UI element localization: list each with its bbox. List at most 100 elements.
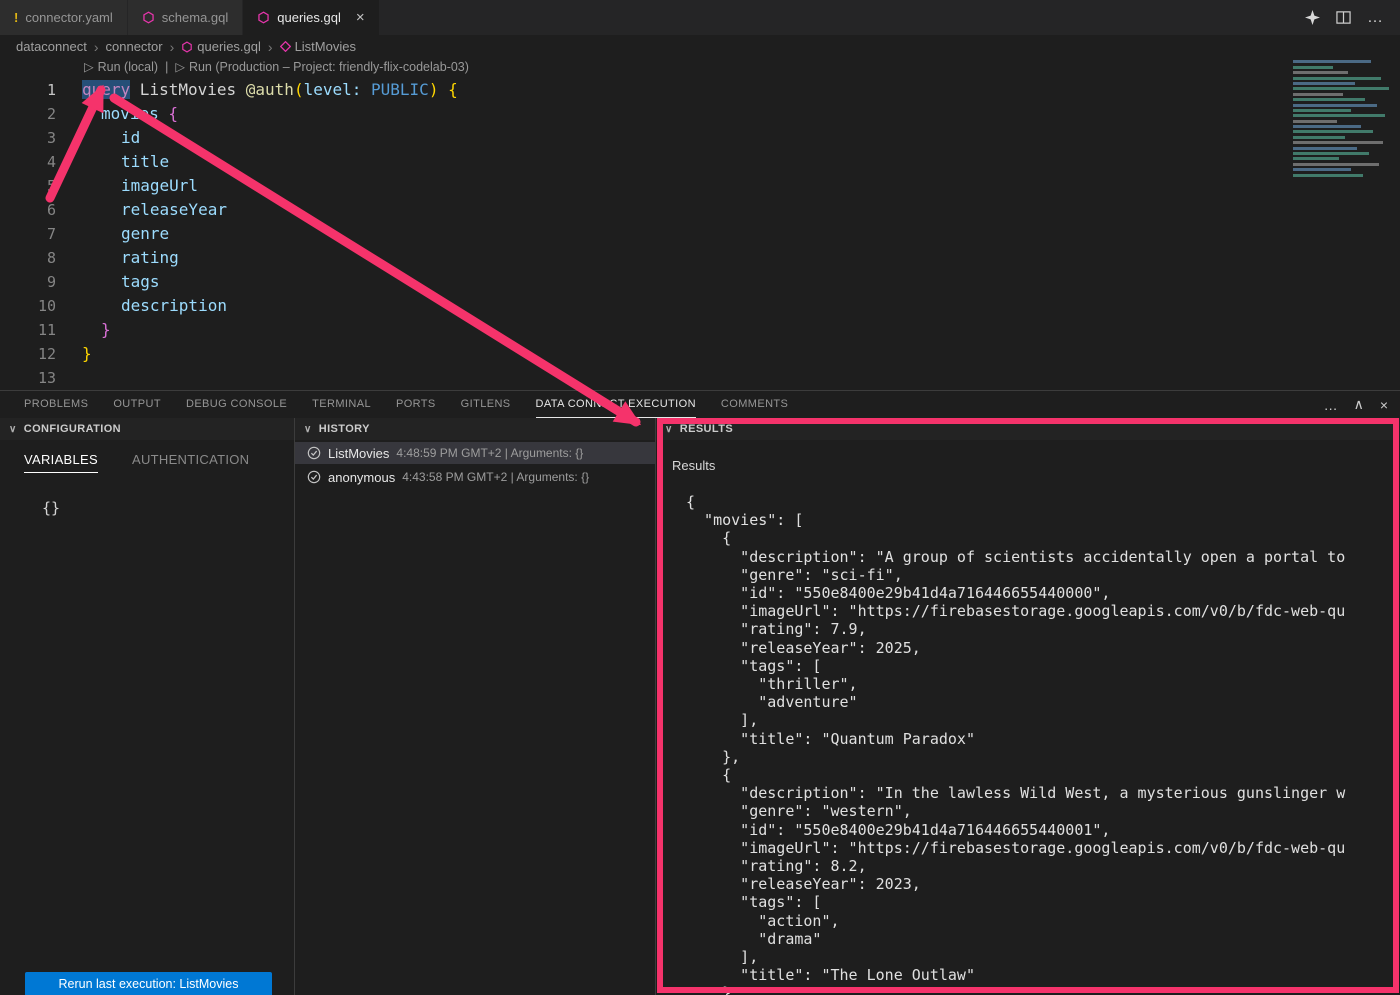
code-token: id: [82, 126, 140, 150]
code-token: {: [159, 104, 178, 123]
breadcrumb-item-listmovies[interactable]: ListMovies: [280, 39, 356, 54]
line-number: 9: [0, 270, 56, 294]
breadcrumb: dataconnect › connector › queries.gql › …: [0, 35, 1400, 58]
code-token: description: [82, 294, 227, 318]
codelens: ▷ Run (local) | ▷ Run (Production – Proj…: [84, 59, 469, 74]
code-token: @auth: [246, 80, 294, 99]
maximize-panel-icon[interactable]: ∧: [1354, 396, 1364, 413]
chevron-down-icon[interactable]: ∨: [9, 424, 17, 435]
chevron-down-icon[interactable]: ∨: [665, 424, 673, 435]
code-token: (: [294, 80, 304, 99]
panel-tab-output[interactable]: OUTPUT: [113, 391, 161, 418]
code-text: genre: [82, 222, 169, 246]
variables-editor[interactable]: {}: [42, 499, 294, 517]
code-text: description: [82, 294, 227, 318]
graphql-icon: [142, 11, 155, 24]
panel-tab-debug-console[interactable]: DEBUG CONSOLE: [186, 391, 287, 418]
editor-tab-bar: ! connector.yaml schema.gql queries.gql …: [0, 0, 1400, 35]
code-token: tags: [82, 270, 160, 294]
code-text: }: [82, 318, 111, 342]
results-json-output[interactable]: { "movies": [ { "description": "A group …: [686, 493, 1400, 995]
chevron-down-icon[interactable]: ∨: [304, 424, 312, 435]
breadcrumb-label: ListMovies: [295, 39, 356, 54]
line-number: 10: [0, 294, 56, 318]
configuration-title: CONFIGURATION: [24, 423, 121, 435]
code-token: movies: [82, 102, 159, 126]
chevron-right-icon: ›: [94, 39, 99, 55]
code-text: rating: [82, 246, 179, 270]
code-line: 5 imageUrl: [0, 174, 1280, 198]
code-text: title: [82, 150, 169, 174]
panel-tab-gitlens[interactable]: GITLENS: [461, 391, 511, 418]
configuration-section: ∨ CONFIGURATION VARIABLES AUTHENTICATION…: [0, 418, 295, 995]
minimap[interactable]: [1283, 58, 1400, 243]
code-line: 12 }: [0, 342, 1280, 366]
panel-tab-terminal[interactable]: TERMINAL: [312, 391, 371, 418]
panel-tab-bar: PROBLEMS OUTPUT DEBUG CONSOLE TERMINAL P…: [0, 391, 1400, 418]
panel-tab-data-connect-execution[interactable]: DATA CONNECT EXECUTION: [536, 391, 696, 418]
breadcrumb-item-connector[interactable]: connector: [106, 39, 163, 54]
chevron-right-icon: ›: [268, 39, 273, 55]
close-tab-icon[interactable]: ×: [356, 9, 365, 26]
code-line: 8 rating: [0, 246, 1280, 270]
breadcrumb-item-queries-gql[interactable]: queries.gql: [181, 39, 261, 54]
code-text: query ListMovies @auth(level: PUBLIC) {: [82, 78, 458, 102]
tab-label: schema.gql: [162, 10, 228, 25]
code-token: }: [82, 318, 111, 342]
close-panel-icon[interactable]: ×: [1380, 397, 1388, 413]
tab-schema-gql[interactable]: schema.gql: [128, 0, 243, 35]
tab-authentication[interactable]: AUTHENTICATION: [132, 452, 249, 473]
code-token: rating: [82, 246, 179, 270]
code-line: 3 id: [0, 126, 1280, 150]
operation-icon: [280, 41, 291, 52]
more-actions-icon[interactable]: …: [1324, 397, 1338, 413]
tab-queries-gql[interactable]: queries.gql ×: [243, 0, 379, 35]
breadcrumb-item-dataconnect[interactable]: dataconnect: [16, 39, 87, 54]
tab-label: queries.gql: [277, 10, 341, 25]
code-editor[interactable]: 1 query ListMovies @auth(level: PUBLIC) …: [0, 78, 1280, 390]
run-local-label: Run (local): [98, 60, 158, 74]
panel-actions: … ∧ ×: [1324, 391, 1388, 418]
panel-tab-ports[interactable]: PORTS: [396, 391, 436, 418]
code-line: 13: [0, 366, 1280, 390]
chevron-right-icon: ›: [170, 39, 175, 55]
results-section: ∨ RESULTS Results { "movies": [ { "descr…: [656, 418, 1400, 995]
code-token: ListMovies: [130, 80, 246, 99]
history-item-meta: 4:48:59 PM GMT+2 | Arguments: {}: [396, 446, 583, 460]
split-editor-icon[interactable]: [1336, 10, 1351, 25]
line-number: 13: [0, 366, 56, 390]
results-header-title: RESULTS: [680, 423, 733, 435]
panel-tab-comments[interactable]: COMMENTS: [721, 391, 788, 418]
sparkle-icon[interactable]: [1305, 10, 1320, 25]
code-text: imageUrl: [82, 174, 198, 198]
line-number: 2: [0, 102, 56, 126]
editor-actions: …: [1305, 0, 1400, 35]
configuration-tabs: VARIABLES AUTHENTICATION: [0, 440, 294, 473]
run-production-label: Run (Production – Project: friendly-flix…: [189, 60, 469, 74]
run-local-link[interactable]: ▷ Run (local): [84, 59, 158, 74]
history-item-listmovies[interactable]: ListMovies 4:48:59 PM GMT+2 | Arguments:…: [295, 442, 655, 464]
tab-connector-yaml[interactable]: ! connector.yaml: [0, 0, 128, 35]
code-line: 2 movies {: [0, 102, 1280, 126]
code-line: 7 genre: [0, 222, 1280, 246]
line-number: 4: [0, 150, 56, 174]
code-text: }: [82, 342, 92, 366]
panel-tab-problems[interactable]: PROBLEMS: [24, 391, 88, 418]
history-item-anonymous[interactable]: anonymous 4:43:58 PM GMT+2 | Arguments: …: [295, 466, 655, 488]
code-line: 10 description: [0, 294, 1280, 318]
history-header: ∨ HISTORY: [295, 418, 655, 440]
history-section: ∨ HISTORY ListMovies 4:48:59 PM GMT+2 | …: [295, 418, 656, 995]
code-token: ): [429, 80, 439, 99]
check-circle-icon: [307, 470, 321, 484]
line-number: 8: [0, 246, 56, 270]
more-actions-icon[interactable]: …: [1367, 9, 1384, 27]
run-production-link[interactable]: ▷ Run (Production – Project: friendly-fl…: [175, 59, 469, 74]
code-line: 1 query ListMovies @auth(level: PUBLIC) …: [0, 78, 1280, 102]
tab-variables[interactable]: VARIABLES: [24, 452, 98, 473]
code-line: 4 title: [0, 150, 1280, 174]
line-number: 7: [0, 222, 56, 246]
code-token: level:: [304, 80, 362, 99]
code-line: 6 releaseYear: [0, 198, 1280, 222]
rerun-last-execution-button[interactable]: Rerun last execution: ListMovies: [25, 972, 272, 995]
code-text: movies {: [82, 102, 178, 126]
